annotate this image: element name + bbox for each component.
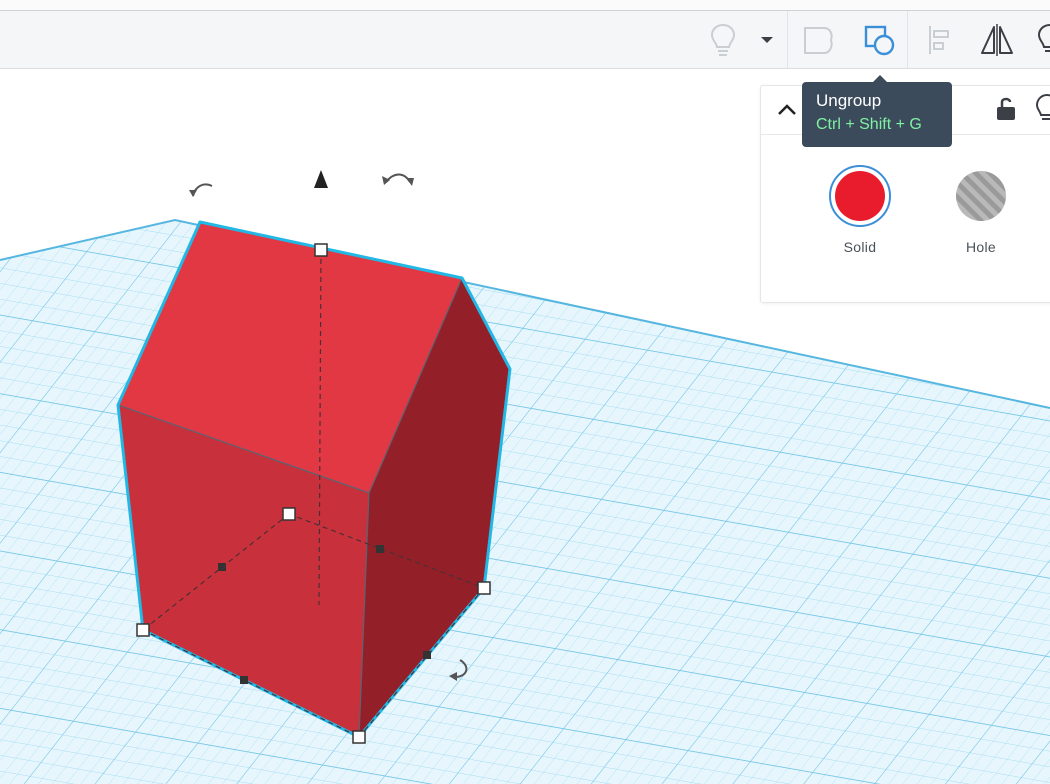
solid-color-button[interactable]: [829, 165, 891, 227]
lift-cone-handle[interactable]: [314, 170, 328, 188]
hole-pattern-icon: [954, 169, 1008, 223]
tooltip-title: Ungroup: [816, 91, 882, 110]
edge-handle[interactable]: [423, 651, 431, 659]
rotate-handle-right[interactable]: [382, 173, 414, 187]
mirror-button[interactable]: [974, 11, 1020, 68]
align-button[interactable]: [916, 11, 962, 68]
corner-handle-back[interactable]: [282, 507, 296, 521]
tooltip-shortcut: Ctrl + Shift + G: [816, 116, 922, 133]
align-icon: [929, 25, 949, 54]
window-top-strip: [0, 0, 1050, 11]
main-toolbar: [0, 11, 1050, 69]
solid-label: Solid: [843, 239, 877, 255]
lock-open-icon: [997, 97, 1015, 120]
corner-handle-right[interactable]: [477, 581, 491, 595]
caret-down-icon: [761, 36, 773, 43]
solid-color-swatch: [835, 171, 885, 221]
show-hints-button[interactable]: [700, 11, 746, 68]
notes-light-button[interactable]: [1030, 11, 1050, 68]
hole-button[interactable]: [950, 165, 1012, 227]
corner-handle-left[interactable]: [136, 623, 150, 637]
hints-dropdown-button[interactable]: [752, 11, 782, 68]
ungroup-icon: [864, 25, 895, 55]
lock-button[interactable]: [993, 94, 1019, 124]
visibility-button[interactable]: [1033, 92, 1050, 124]
chevron-up-icon: [778, 104, 796, 115]
group-icon: [804, 26, 833, 54]
lightbulb-icon: [710, 23, 736, 56]
ungroup-button[interactable]: [856, 11, 902, 68]
lightbulb-icon: [1035, 93, 1050, 120]
toolbar-separator: [787, 11, 788, 68]
group-button[interactable]: [795, 11, 841, 68]
height-handle[interactable]: [314, 243, 328, 257]
mirror-icon: [981, 23, 1013, 56]
toolbar-separator: [907, 11, 908, 68]
edge-handle[interactable]: [218, 563, 226, 571]
corner-handle-front[interactable]: [352, 730, 366, 744]
edge-handle[interactable]: [376, 545, 384, 553]
rotate-handle-left[interactable]: [189, 183, 213, 197]
hole-label: Hole: [966, 239, 996, 255]
ungroup-tooltip: Ungroup Ctrl + Shift + G: [802, 75, 952, 147]
edge-handle[interactable]: [240, 676, 248, 684]
collapse-button[interactable]: [775, 98, 799, 122]
lightbulb-icon: [1037, 23, 1050, 52]
tooltip-arrow: [872, 75, 888, 83]
